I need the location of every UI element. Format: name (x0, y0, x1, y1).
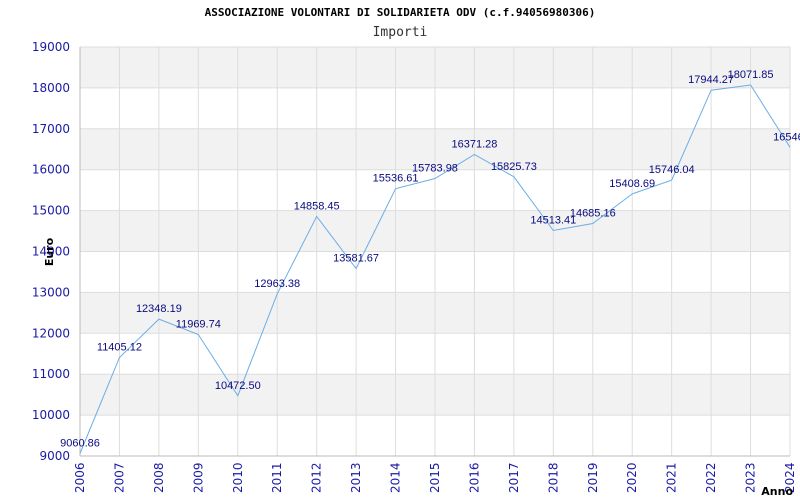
data-label: 10472.50 (215, 380, 261, 392)
x-tick-label: 2017 (507, 462, 521, 493)
data-label: 14858.45 (294, 200, 340, 212)
x-tick-label: 2013 (349, 462, 363, 493)
y-tick-label: 10000 (32, 408, 70, 422)
data-label: 15825.73 (491, 161, 537, 173)
data-label: 14685.16 (570, 207, 616, 219)
x-tick-label: 2020 (625, 462, 639, 493)
y-tick-label: 13000 (32, 285, 70, 299)
x-tick-label: 2009 (191, 462, 205, 493)
y-tick-label: 12000 (32, 326, 70, 340)
data-label: 11969.74 (176, 319, 221, 331)
data-label: 15783.98 (412, 163, 458, 175)
data-label: 15746.04 (649, 164, 695, 176)
y-axis-title: Euro (43, 237, 56, 266)
data-label: 15408.69 (609, 178, 655, 190)
x-tick-label: 2019 (586, 462, 600, 493)
y-tick-label: 17000 (32, 122, 70, 136)
x-tick-label: 2021 (665, 462, 679, 493)
x-tick-label: 2006 (73, 462, 87, 493)
data-label: 12963.38 (254, 278, 300, 290)
x-tick-label: 2015 (428, 462, 442, 493)
x-axis-title: Anno (761, 485, 793, 498)
x-tick-label: 2014 (389, 462, 403, 493)
y-tick-label: 16000 (32, 163, 70, 177)
x-tick-label: 2010 (231, 462, 245, 493)
x-axis-ticks: 2006 2007 2008 2009 2010 2011 2012 2013 2014 2015… (73, 462, 797, 493)
y-tick-label: 11000 (32, 367, 70, 381)
data-label: 13581.67 (333, 253, 379, 265)
y-tick-label: 18000 (32, 81, 70, 95)
x-tick-label: 2016 (467, 462, 481, 493)
line-chart: 9000100001100012000130001400015000160001… (32, 40, 800, 498)
x-tick-label: 2018 (546, 462, 560, 493)
x-tick-label: 2008 (152, 462, 166, 493)
y-tick-label: 9000 (39, 449, 70, 463)
x-tick-label: 2007 (112, 462, 126, 493)
x-tick-label: 2011 (270, 462, 284, 493)
y-tick-label: 19000 (32, 40, 70, 54)
data-label: 9060.86 (60, 438, 100, 450)
x-tick-label: 2012 (310, 462, 324, 493)
data-label: 18071.85 (728, 69, 774, 81)
y-tick-label: 15000 (32, 204, 70, 218)
x-tick-label: 2023 (744, 462, 758, 493)
data-label: 16371.28 (451, 139, 497, 151)
data-label: 11405.12 (97, 342, 142, 354)
data-label: 16546. (773, 131, 800, 143)
data-label: 12348.19 (136, 303, 182, 315)
x-tick-label: 2022 (704, 462, 718, 493)
